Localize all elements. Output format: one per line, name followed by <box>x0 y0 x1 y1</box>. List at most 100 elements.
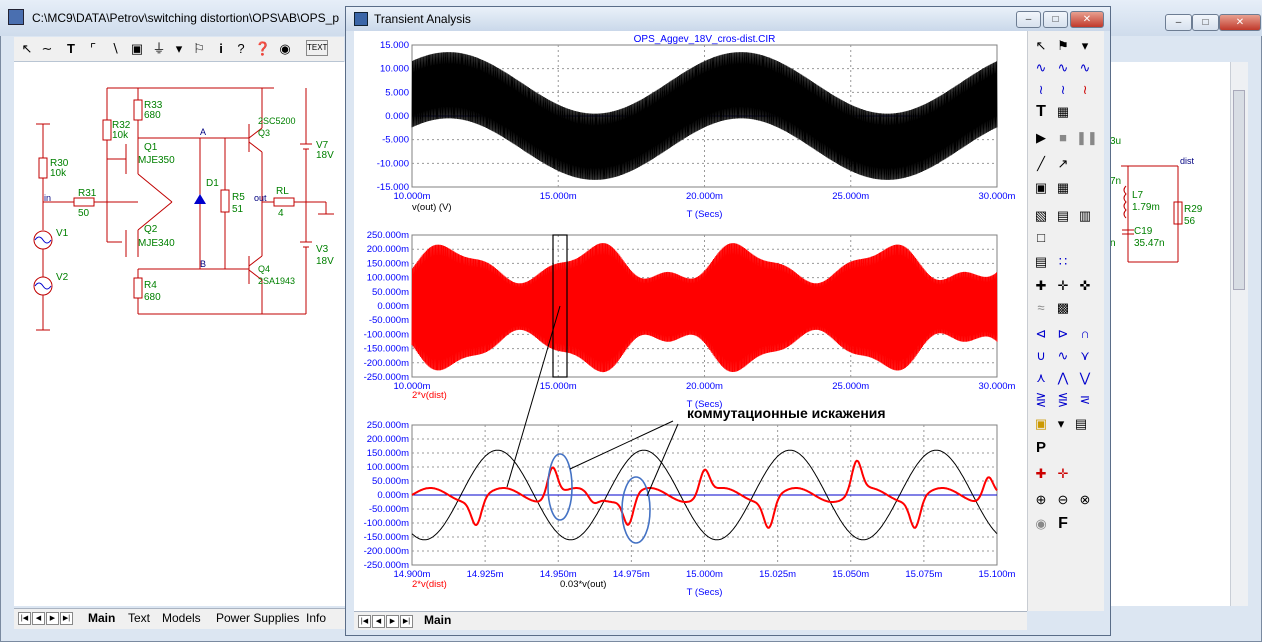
help-query-icon[interactable]: ❓ <box>254 40 272 58</box>
dropdown-arrow-icon[interactable]: ▾ <box>170 40 188 58</box>
tab-main[interactable]: Main <box>88 611 115 625</box>
ta-next-tab-button[interactable]: ▶ <box>386 615 399 628</box>
bottom-icon[interactable]: ⋁ <box>1076 369 1094 387</box>
peak-icon[interactable]: ⊲ <box>1032 325 1050 343</box>
scroll-thumb[interactable] <box>1233 90 1245 290</box>
help-icon[interactable]: ? <box>232 40 250 58</box>
plot-option3-icon[interactable]: ≀ <box>1076 81 1094 99</box>
tab-power-supplies[interactable]: Power Supplies <box>216 611 299 625</box>
v2-label: V2 <box>56 272 69 283</box>
plot-scale3-icon[interactable]: ∿ <box>1076 59 1094 77</box>
grid-option-icon[interactable]: ▥ <box>1076 207 1094 225</box>
slope-icon[interactable]: ⋛ <box>1032 391 1050 409</box>
wire-tool-icon[interactable]: ⌜ <box>84 40 102 58</box>
q4-type: 2SA1943 <box>258 276 295 286</box>
probe-icon[interactable]: ◉ <box>276 40 294 58</box>
dimension-line-icon[interactable]: ↗ <box>1054 155 1072 173</box>
select-mode-icon[interactable]: ↖ <box>1032 37 1050 55</box>
dropdown-arrow-icon[interactable]: ▾ <box>1076 37 1094 55</box>
next-point-icon[interactable]: ⋜ <box>1076 391 1094 409</box>
plot-area[interactable]: OPS_Aggev_18V_cros-dist.CIR 15.000 10.000 5… <box>354 31 1027 611</box>
q3-label: Q3 <box>258 128 270 138</box>
global-low-icon[interactable]: ⋏ <box>1032 369 1050 387</box>
schematic-canvas[interactable]: R30 10k R31 50 R32 10k R33 680 Q1 MJE350… <box>14 62 346 606</box>
last-tab-button[interactable]: ▶| <box>60 612 73 625</box>
properties-icon[interactable]: ▦ <box>1054 103 1072 121</box>
text-tool-icon[interactable]: T <box>1032 103 1050 121</box>
plot1-ytick: -10.000 <box>377 158 409 169</box>
numeric-output-icon[interactable]: ▤ <box>1072 415 1090 433</box>
line-tool-icon[interactable]: ╱ <box>1032 155 1050 173</box>
y-axis-icon[interactable]: ✛ <box>1054 465 1072 483</box>
plot-scale2-icon[interactable]: ∿ <box>1054 59 1072 77</box>
outer-minimize-button[interactable]: – <box>1165 14 1192 31</box>
transient-maximize-button[interactable]: □ <box>1043 11 1068 28</box>
transient-close-button[interactable]: ✕ <box>1070 11 1104 28</box>
outer-maximize-button[interactable]: □ <box>1192 14 1219 31</box>
outer-close-button[interactable]: ✕ <box>1219 14 1261 31</box>
ta-first-tab-button[interactable]: |◀ <box>358 615 371 628</box>
schematic-canvas-right[interactable]: 3u 7n L7 1.79m C19 35.47n n R29 56 dist <box>1106 62 1230 606</box>
scope-icon[interactable]: ▩ <box>1054 299 1072 317</box>
frame-icon[interactable]: □ <box>1032 229 1050 247</box>
zero-icon[interactable]: ⋚ <box>1054 391 1072 409</box>
first-tab-button[interactable]: |◀ <box>18 612 31 625</box>
zoom-out-icon[interactable]: ⊖ <box>1054 491 1072 509</box>
low-icon[interactable]: ∪ <box>1032 347 1050 365</box>
tab-models[interactable]: Models <box>162 611 201 625</box>
zoom-in-icon[interactable]: ⊕ <box>1032 491 1050 509</box>
transient-minimize-button[interactable]: – <box>1016 11 1041 28</box>
fine-grid-icon[interactable]: ▦ <box>1054 179 1072 197</box>
plot-option-icon[interactable]: ≀ <box>1032 81 1050 99</box>
tag-icon[interactable]: ✜ <box>1076 277 1094 295</box>
ta-prev-tab-button[interactable]: ◀ <box>372 615 385 628</box>
prev-tab-button[interactable]: ◀ <box>32 612 45 625</box>
p-key-icon[interactable]: P <box>1032 439 1050 457</box>
zoom-fit-icon[interactable]: ⊗ <box>1076 491 1094 509</box>
flag-icon[interactable]: ⚐ <box>190 40 208 58</box>
d1-label: D1 <box>206 178 219 189</box>
dropdown-arrow2-icon[interactable]: ▾ <box>1052 415 1070 433</box>
tokens-icon[interactable]: ≈ <box>1032 299 1050 317</box>
minor-grid-icon[interactable]: ▤ <box>1054 207 1072 225</box>
bold-grid-icon[interactable]: ▧ <box>1032 207 1050 225</box>
next-tab-button[interactable]: ▶ <box>46 612 59 625</box>
x-axis-icon[interactable]: ✚ <box>1032 465 1050 483</box>
node-group-icon[interactable]: ⚑ <box>1054 37 1072 55</box>
data-points-icon[interactable]: ∷ <box>1054 253 1072 271</box>
tab-info[interactable]: Info <box>306 611 326 625</box>
font-icon[interactable]: F <box>1054 515 1072 533</box>
info-icon[interactable]: i <box>212 40 230 58</box>
global-high-icon[interactable]: ⋎ <box>1076 347 1094 365</box>
text-box-icon[interactable]: TEXT <box>306 40 328 56</box>
plot3-ytick: 50.000m <box>372 476 409 487</box>
wire-wave-icon[interactable]: ∼ <box>38 40 56 58</box>
diagonal-wire-icon[interactable]: ∖ <box>106 40 124 58</box>
run-icon[interactable]: ▶ <box>1032 129 1050 147</box>
plot2-ytick: 250.000m <box>367 230 409 241</box>
stop-icon[interactable]: ■ <box>1054 129 1072 147</box>
inflection-icon[interactable]: ∿ <box>1054 347 1072 365</box>
tab-text[interactable]: Text <box>128 611 150 625</box>
top-icon[interactable]: ⋀ <box>1054 369 1072 387</box>
valley-icon[interactable]: ⊳ <box>1054 325 1072 343</box>
text-tool-icon[interactable]: T <box>62 40 80 58</box>
grid-icon[interactable]: ▣ <box>1032 179 1050 197</box>
pan-icon[interactable]: ◉ <box>1032 515 1050 533</box>
plot-scale-icon[interactable]: ∿ <box>1032 59 1050 77</box>
high-icon[interactable]: ∩ <box>1076 325 1094 343</box>
select-arrow-icon[interactable]: ↖ <box>18 40 36 58</box>
ta-tab-main[interactable]: Main <box>424 613 451 627</box>
cursor-icon[interactable]: ✛ <box>1054 277 1072 295</box>
stack-plot-icon[interactable]: ▤ <box>1032 253 1050 271</box>
ta-last-tab-button[interactable]: ▶| <box>400 615 413 628</box>
r32-value: 10k <box>112 130 129 141</box>
plot-option2-icon[interactable]: ≀ <box>1054 81 1072 99</box>
tracker-icon[interactable]: ✚ <box>1032 277 1050 295</box>
pause-icon[interactable]: ❚❚ <box>1076 129 1098 147</box>
outer-vertical-scrollbar[interactable] <box>1230 62 1248 606</box>
ground-icon[interactable]: ⏚ <box>150 40 168 58</box>
plot1-ytick: 10.000 <box>380 64 409 75</box>
component-icon[interactable]: ▣ <box>128 40 146 58</box>
scale-menu-icon[interactable]: ▣ <box>1032 415 1050 433</box>
